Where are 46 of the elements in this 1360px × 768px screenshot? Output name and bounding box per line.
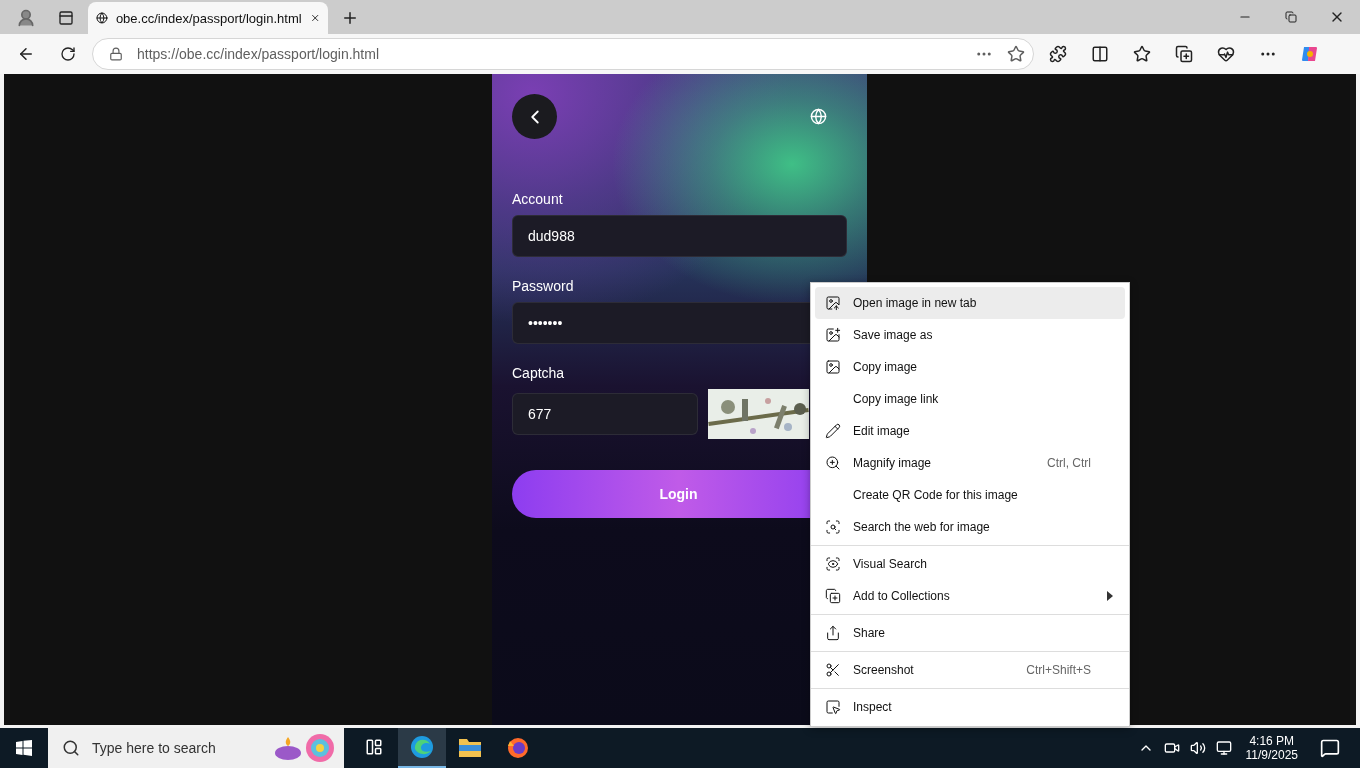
browser-icon xyxy=(410,735,434,759)
search-field[interactable]: Type here to search xyxy=(48,728,344,768)
field-label: Account xyxy=(512,191,563,207)
image-icon xyxy=(825,295,841,311)
menu-item[interactable]: Share xyxy=(815,617,1125,649)
input-field[interactable]: dud988 xyxy=(512,215,847,257)
back-button[interactable] xyxy=(512,94,557,139)
speaker-icon[interactable] xyxy=(1189,740,1206,756)
network-icon[interactable] xyxy=(1215,740,1232,756)
menu-item[interactable]: Add to Collections xyxy=(815,580,1125,612)
image-search-icon xyxy=(825,519,841,535)
browser-tab[interactable]: obe.cc/index/passport/login.html xyxy=(88,2,328,34)
zoom-in-icon xyxy=(825,455,841,471)
taskbar-app[interactable] xyxy=(398,728,446,768)
menu-item[interactable]: Screenshot Ctrl+Shift+S xyxy=(815,654,1125,686)
field-label: Captcha xyxy=(512,365,565,381)
clock-time[interactable]: 4:16 PM xyxy=(1249,734,1295,748)
address-bar[interactable]: https://obe.cc/index/passport/login.html xyxy=(92,38,1034,70)
menu-item[interactable]: Inspect xyxy=(815,691,1125,723)
clock-date[interactable]: 11/9/2025 xyxy=(1245,748,1298,762)
inspect-icon xyxy=(825,699,841,715)
pencil-icon xyxy=(825,423,841,439)
folder-icon xyxy=(458,736,482,758)
menu-item[interactable]: Edit image xyxy=(815,415,1125,447)
share-icon xyxy=(825,625,841,641)
scissors-icon xyxy=(825,662,841,678)
menu-item[interactable]: Open image in new tab xyxy=(815,287,1125,319)
task-view-icon xyxy=(365,738,383,756)
captcha-field[interactable]: 677 xyxy=(512,393,698,435)
menu-item[interactable]: Visual Search xyxy=(815,548,1125,580)
notifications-icon[interactable] xyxy=(1320,738,1340,758)
lock-icon[interactable] xyxy=(109,47,123,61)
star-icon[interactable] xyxy=(1007,45,1025,63)
search-icon xyxy=(62,739,80,757)
image-icon xyxy=(825,359,841,375)
camera-icon[interactable] xyxy=(1163,740,1180,756)
globe-icon xyxy=(96,10,108,26)
menu-item[interactable]: Copy image xyxy=(815,351,1125,383)
lamp-flower-drawing xyxy=(274,733,336,763)
field-label: Password xyxy=(512,278,574,294)
language-icon[interactable] xyxy=(810,108,827,125)
image-edit-icon xyxy=(825,327,841,343)
scan-icon xyxy=(825,556,841,572)
collections-icon xyxy=(825,588,841,604)
fox-browser-icon xyxy=(506,735,530,759)
menu-item[interactable]: Copy image link xyxy=(815,383,1125,415)
